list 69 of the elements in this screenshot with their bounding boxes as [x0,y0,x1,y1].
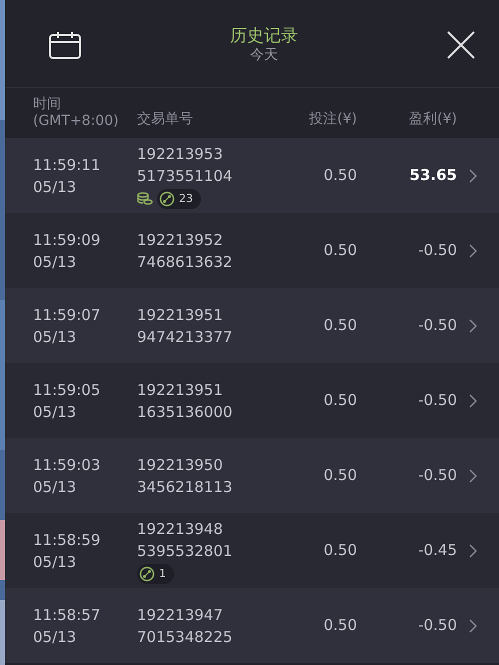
stake-amount: 0.50 [322,540,357,562]
transaction-id: 5395532801 [137,540,234,562]
history-row[interactable]: 11:59:07 05/13 192213951 9474213377 0.50 -0.50 [5,288,499,363]
stake-amount: 0.50 [322,390,357,412]
history-row[interactable]: 11:58:57 05/13 192213947 7015348225 0.50 -0.50 [5,588,499,663]
stake-amount: 0.50 [322,465,357,486]
date-text: 05/13 [33,626,78,648]
column-header: 交易单号 [137,110,194,128]
time-text: 11:59:03 [33,454,102,476]
date-text: 05/13 [33,552,78,572]
coins-icon [137,192,153,206]
time-text: 11:58:57 [33,604,102,626]
history-row[interactable]: 11:59:05 05/13 192213951 1635136000 0.50 -0.50 [5,363,499,438]
profit-amount: 53.65 [408,165,457,186]
profit-amount: -0.50 [417,465,457,486]
history-row[interactable]: 11:59:11 05/13 192213953 5173551104 23 0.50 53.65 [5,138,499,213]
profit-amount: -0.50 [417,240,457,262]
profit-amount: -0.45 [417,540,457,562]
calendar-icon[interactable] [49,31,81,59]
date-text: 05/13 [33,252,78,272]
transaction-id: 192213950 [137,454,224,476]
subtitle: 今天 [250,46,278,64]
time-text: 11:59:11 [33,154,102,176]
profit-amount: -0.50 [417,390,457,412]
history-row[interactable]: 11:58:59 05/13 192213948 5395532801 1 0.50 -0.45 [5,513,499,588]
stake-amount: 0.50 [322,240,357,262]
spin-icon [159,190,175,206]
chevron-right-icon[interactable] [469,544,477,558]
close-icon[interactable] [447,31,475,59]
column-header: 盈利(¥) [408,110,457,128]
chevron-right-icon[interactable] [469,168,477,182]
transaction-id: 3456218113 [137,476,234,498]
history-row[interactable]: 11:59:09 05/13 192213952 7468613632 0.50 -0.50 [5,213,499,288]
chevron-right-icon[interactable] [469,244,477,258]
chevron-right-icon[interactable] [469,318,477,332]
transaction-id: 192213948 [137,518,224,540]
transaction-id: 7468613632 [137,252,234,272]
column-header: 时间 (GMT+8:00) [33,96,120,130]
transaction-id: 192213952 [137,230,224,250]
column-header: 投注(¥) [308,110,357,128]
title: 历史记录 [230,26,298,47]
chevron-right-icon[interactable] [469,468,477,482]
date-text: 05/13 [33,176,78,198]
transaction-id: 7015348225 [137,626,234,648]
transaction-id: 192213953 [137,144,224,164]
stake-amount: 0.50 [322,165,357,186]
profit-amount: -0.50 [417,615,457,636]
chevron-right-icon[interactable] [469,618,477,632]
transaction-id: 192213947 [137,604,224,626]
free-spin-badge: 1 [137,564,174,584]
date-text: 05/13 [33,326,78,348]
profit-amount: -0.50 [417,315,457,336]
transaction-id: 5173551104 [137,166,234,186]
time-text: 11:59:09 [33,230,102,250]
stake-amount: 0.50 [322,315,357,336]
stake-amount: 0.50 [322,615,357,636]
chevron-right-icon[interactable] [469,394,477,408]
date-text: 05/13 [33,402,78,422]
time-text: 11:59:07 [33,304,102,326]
history-row[interactable]: 11:59:03 05/13 192213950 3456218113 0.50 -0.50 [5,438,499,513]
time-text: 11:59:05 [33,380,102,400]
transaction-id: 1635136000 [137,402,234,422]
free-spin-badge: 23 [157,188,201,208]
date-text: 05/13 [33,476,78,498]
time-text: 11:58:59 [33,530,102,550]
transaction-id: 9474213377 [137,326,234,348]
transaction-id: 192213951 [137,304,224,326]
transaction-id: 192213951 [137,380,224,400]
spin-icon [139,566,155,582]
